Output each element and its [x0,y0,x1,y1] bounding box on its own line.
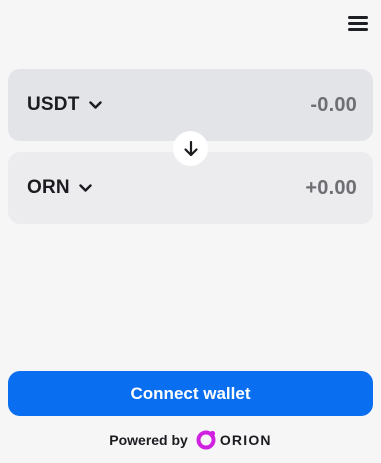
arrow-down-icon [183,140,198,156]
from-amount: -0.00 [310,93,357,116]
orion-brand-link[interactable]: ORION [195,429,272,451]
chevron-down-icon [88,100,102,109]
menu-line [348,21,368,25]
swap-direction-button[interactable] [173,131,208,166]
from-token-name: USDT [27,94,80,115]
chevron-down-icon [79,183,92,192]
connect-wallet-button[interactable]: Connect wallet [8,371,373,416]
menu-line [348,15,368,19]
hamburger-menu-icon[interactable] [348,14,368,32]
orion-logo-icon [196,430,216,450]
menu-line [348,27,368,31]
powered-by-footer: Powered by ORION [0,429,381,451]
powered-by-label: Powered by [109,432,188,448]
from-token-selector[interactable]: USDT [27,94,102,116]
to-token-selector[interactable]: ORN [27,177,92,199]
to-token-name: ORN [27,177,70,198]
orion-wordmark: ORION [219,432,272,448]
to-amount: +0.00 [305,176,357,199]
